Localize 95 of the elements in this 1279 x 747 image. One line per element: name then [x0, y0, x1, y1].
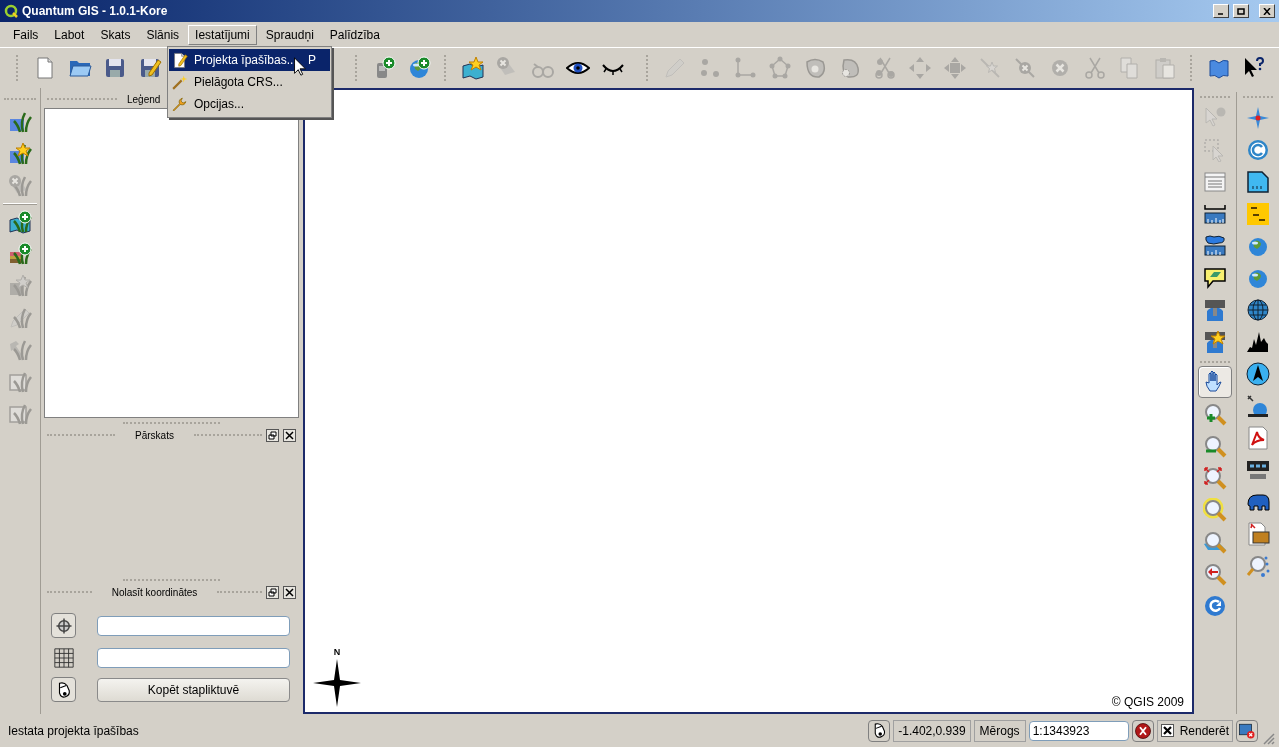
menu-entry[interactable]: Pielāgota CRS...: [169, 71, 330, 93]
input-field[interactable]: [97, 615, 290, 636]
maximize-button[interactable]: [1233, 4, 1249, 18]
close-button[interactable]: [283, 585, 296, 599]
page-pencil-icon: [171, 51, 188, 69]
stop-render-button[interactable]: [1131, 719, 1154, 742]
scissors-icon: [1082, 56, 1107, 80]
ruler-icon: [1203, 202, 1227, 226]
minimize-button[interactable]: [1213, 4, 1229, 18]
zoom-full-icon: [1203, 466, 1227, 490]
layer-frame-icon: [8, 370, 32, 394]
menu-item[interactable]: Slānis: [139, 24, 187, 45]
zoom-selection-icon: [1203, 530, 1227, 554]
resize-grip-icon: [1261, 731, 1275, 745]
crosshair-icon: [54, 616, 73, 635]
magnifier-dots-icon: [1246, 554, 1270, 578]
window-title: Quantum GIS - 1.0.1-Kore: [22, 3, 168, 20]
restore-icon: [268, 587, 277, 597]
menu-item[interactable]: Palīdzība: [322, 24, 387, 45]
node-delete-icon: [1012, 56, 1037, 80]
refresh-icon: [1203, 594, 1227, 618]
speech-bubble-icon: [1203, 266, 1227, 290]
globe-home-star-icon: [1203, 330, 1227, 354]
scale-field[interactable]: 1:1343923: [1028, 720, 1129, 741]
scale-label: Mērogs: [973, 719, 1026, 742]
layer-add-icon: [8, 210, 32, 234]
window-button[interactable]: [1236, 719, 1258, 742]
area-ruler-icon: [1203, 234, 1227, 258]
mouse-cursor-icon: [293, 57, 307, 77]
input-field[interactable]: [97, 647, 290, 668]
layer-hammer-icon: [8, 338, 32, 362]
status-message: Iestata projekta īpašības: [8, 722, 140, 740]
compass-rose-icon: [1246, 106, 1270, 130]
panel-title: Leģend: [126, 92, 162, 107]
checkbox[interactable]: [1160, 724, 1174, 737]
check-icon: [1162, 726, 1172, 735]
move-arrows-icon: [942, 56, 967, 80]
north-label: N: [333, 645, 341, 659]
grid-icon: [52, 646, 75, 669]
menu-item[interactable]: Iestatījumi: [188, 24, 257, 45]
menu-item[interactable]: Fails: [6, 24, 46, 45]
zoom-in-icon: [1203, 402, 1227, 426]
pdf-file-icon: [1246, 426, 1270, 450]
menu-entry[interactable]: Projekta īpašības... P: [169, 49, 330, 71]
maximize-icon: [1237, 7, 1245, 15]
star-line-icon: [977, 56, 1002, 80]
close-button[interactable]: [283, 428, 296, 442]
close-icon: [285, 430, 294, 440]
scale-bar-icon: [1246, 458, 1270, 482]
file-icon: [1246, 170, 1270, 194]
coordinate-display: -1.402,0.939: [893, 719, 971, 742]
table-icon: [1203, 170, 1227, 194]
wire-globe-icon: [1246, 298, 1270, 322]
menu-item[interactable]: Labot: [47, 24, 92, 45]
map-star-icon: [460, 56, 485, 80]
stop-icon: [1133, 721, 1152, 740]
menu-entry[interactable]: Opcijas...: [169, 93, 330, 115]
restore-icon: [268, 430, 277, 440]
app-logo-icon: [4, 4, 18, 18]
copyright-icon: [1246, 138, 1270, 162]
scissors-nodes-icon: [872, 56, 897, 80]
satellite-globe-icon: [1246, 394, 1270, 418]
copy-button[interactable]: Kopēt stapliktuvē: [97, 677, 290, 702]
menu-item[interactable]: Skats: [93, 24, 138, 45]
layer-frame-icon: [8, 402, 32, 426]
globe-home-icon: [1203, 298, 1227, 322]
mouse-button[interactable]: [51, 677, 76, 702]
layer-pencil-icon: [8, 306, 32, 330]
mouse-button[interactable]: [868, 719, 891, 742]
zoom-back-icon: [1203, 562, 1227, 586]
zoom-out-icon: [1203, 434, 1227, 458]
float-button[interactable]: [266, 428, 279, 442]
menu-item[interactable]: Spraudņi: [258, 24, 321, 45]
layer-star-icon: [8, 274, 32, 298]
layer-add-icon: [8, 242, 32, 266]
panel-title: Pārskats: [134, 428, 175, 443]
paste-icon: [1152, 56, 1177, 80]
tile-icon: [1246, 202, 1270, 226]
polygon-icon: [767, 56, 792, 80]
copyright-label: © QGIS 2009: [1111, 694, 1184, 711]
wrench-icon: [171, 95, 188, 113]
move-arrows-icon: [907, 56, 932, 80]
panel-title: Nolasīt koordinātes: [110, 585, 199, 600]
window-close-icon: [1238, 721, 1256, 740]
layer-remove-icon: [8, 174, 32, 198]
magic-wand-icon: [171, 73, 188, 91]
close-icon: [285, 587, 294, 597]
float-button[interactable]: [266, 585, 279, 599]
close-icon: [1263, 7, 1271, 15]
render-checkbox[interactable]: Renderēt: [1156, 719, 1233, 742]
layer-star-icon: [8, 142, 32, 166]
zoom-layer-icon: [1203, 498, 1227, 522]
image-file-icon: [1246, 522, 1270, 546]
crosshair-button[interactable]: [51, 613, 76, 638]
layer-icon: [8, 110, 32, 134]
